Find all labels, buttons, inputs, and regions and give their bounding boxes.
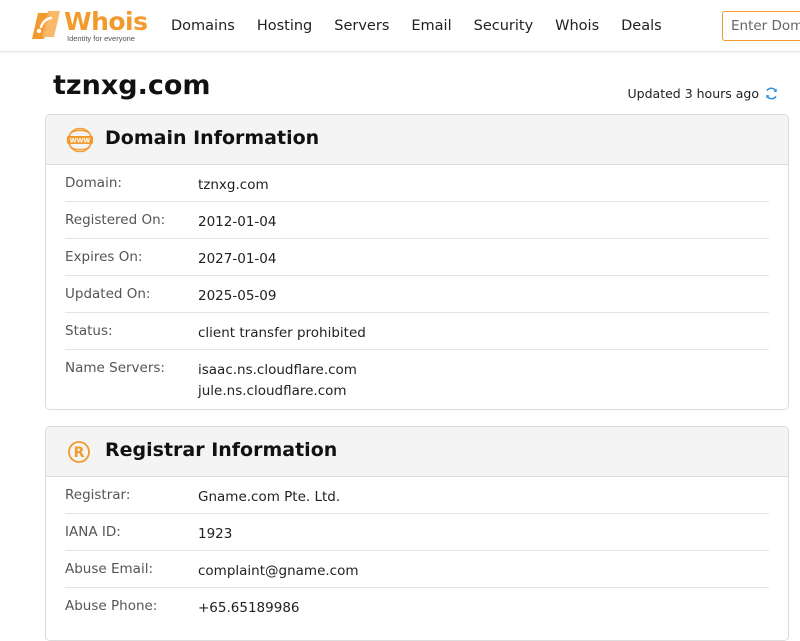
row-value: isaac.ns.cloudflare.com jule.ns.cloudfla… <box>198 360 357 402</box>
row-value: Gname.com Pte. Ltd. <box>198 487 340 508</box>
expires-value: 2027-01-04 <box>198 251 277 267</box>
name-server-1: isaac.ns.cloudflare.com <box>198 362 357 378</box>
row-value: +65.65189986 <box>198 598 300 619</box>
row-label: Expires On: <box>65 249 143 265</box>
info-row-expires: Expires On: 2027-01-04 <box>65 239 769 276</box>
row-value: 2025-05-09 <box>198 286 276 307</box>
iana-id-value: 1923 <box>198 526 233 542</box>
registered-value: 2012-01-04 <box>198 214 277 230</box>
nav-servers[interactable]: Servers <box>334 0 389 52</box>
nav-email[interactable]: Email <box>411 0 451 52</box>
row-label: Domain: <box>65 175 122 191</box>
info-row-iana-id: IANA ID: 1923 <box>65 514 769 551</box>
row-value: 2027-01-04 <box>198 249 276 270</box>
svg-text:WWW: WWW <box>70 138 91 145</box>
row-label: Abuse Email: <box>65 561 153 577</box>
svg-text:R: R <box>74 445 85 461</box>
row-value: 2012-01-04 <box>198 212 276 233</box>
nav-security[interactable]: Security <box>474 0 534 52</box>
row-value: complaint@gname.com <box>198 561 359 582</box>
info-row-updated: Updated On: 2025-05-09 <box>65 276 769 313</box>
row-value: tznxg.com <box>198 175 269 196</box>
row-label: Abuse Phone: <box>65 598 158 614</box>
whois-logo-icon <box>32 11 60 39</box>
row-value: 1923 <box>198 524 232 545</box>
main-nav: Domains Hosting Servers Email Security W… <box>171 0 684 52</box>
registrar-info-card: R Registrar Information Registrar: Gname… <box>45 426 789 641</box>
search-input[interactable] <box>722 11 800 41</box>
registrar-value: Gname.com Pte. Ltd. <box>198 489 341 505</box>
domain-info-card: WWW Domain Information Domain: tznxg.com… <box>45 114 789 410</box>
nav-hosting[interactable]: Hosting <box>257 0 312 52</box>
updated-status: Updated 3 hours ago <box>628 86 779 101</box>
name-server-2: jule.ns.cloudflare.com <box>198 383 347 399</box>
abuse-phone-value: +65.65189986 <box>198 600 300 616</box>
domain-value: tznxg.com <box>198 177 269 193</box>
updated-text: Updated 3 hours ago <box>627 86 759 101</box>
registered-icon: R <box>68 441 90 463</box>
domain-info-header: WWW Domain Information <box>46 115 788 165</box>
updated-value: 2025-05-09 <box>198 288 277 304</box>
info-row-registered: Registered On: 2012-01-04 <box>65 202 769 239</box>
info-row-status: Status: client transfer prohibited <box>65 313 769 350</box>
brand-name: Whois <box>64 7 148 36</box>
info-row-registrar: Registrar: Gname.com Pte. Ltd. <box>65 477 769 514</box>
row-label: Registrar: <box>65 487 131 503</box>
page-title: tznxg.com <box>53 70 211 101</box>
top-navbar: Whois Identity for everyone Domains Host… <box>0 0 800 52</box>
info-row-abuse-email: Abuse Email: complaint@gname.com <box>65 551 769 588</box>
nav-domains[interactable]: Domains <box>171 0 235 52</box>
info-row-domain: Domain: tznxg.com <box>65 165 769 202</box>
row-label: Registered On: <box>65 212 166 228</box>
info-row-name-servers: Name Servers: isaac.ns.cloudflare.com ju… <box>65 350 769 408</box>
domain-info-title: Domain Information <box>105 127 320 149</box>
refresh-icon[interactable] <box>764 86 779 101</box>
row-label: Status: <box>65 323 113 339</box>
brand-tagline: Identity for everyone <box>67 34 135 43</box>
row-value: client transfer prohibited <box>198 323 366 344</box>
row-label: Updated On: <box>65 286 151 302</box>
row-label: Name Servers: <box>65 360 165 376</box>
registrar-info-header: R Registrar Information <box>46 427 788 477</box>
row-label: IANA ID: <box>65 524 121 540</box>
nav-deals[interactable]: Deals <box>621 0 662 52</box>
whois-logo[interactable]: Whois Identity for everyone <box>30 7 150 43</box>
status-value: client transfer prohibited <box>198 325 366 341</box>
nav-whois[interactable]: Whois <box>555 0 599 52</box>
www-icon: WWW <box>67 127 93 153</box>
abuse-email-value[interactable]: complaint@gname.com <box>198 561 359 582</box>
registrar-info-title: Registrar Information <box>105 439 338 461</box>
info-row-abuse-phone: Abuse Phone: +65.65189986 <box>65 588 769 625</box>
